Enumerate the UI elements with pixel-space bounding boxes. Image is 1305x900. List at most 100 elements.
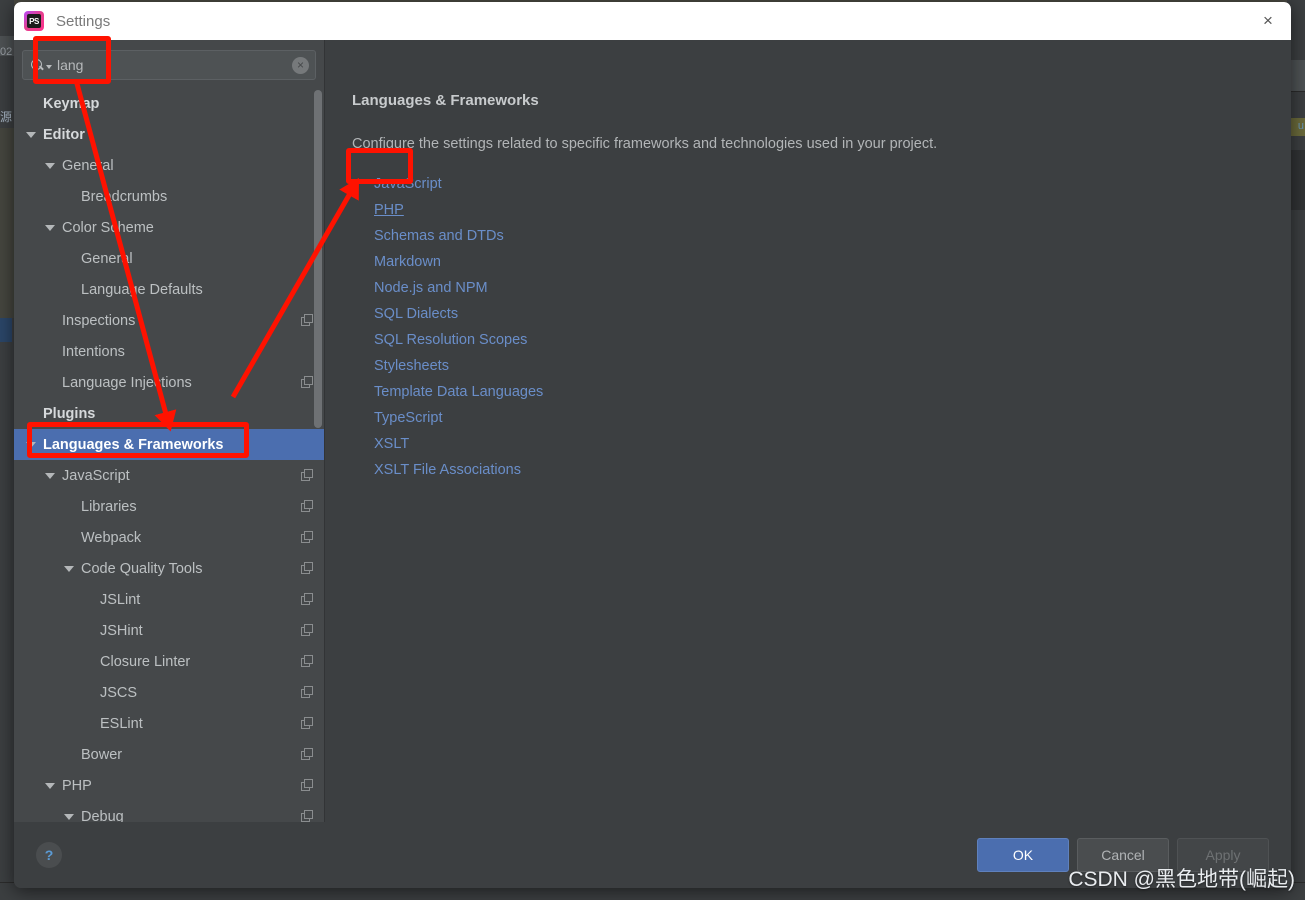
chevron-down-icon[interactable] xyxy=(64,565,74,572)
sidebar-item-label: JavaScript xyxy=(62,467,130,484)
sidebar-item-javascript[interactable]: JavaScript xyxy=(14,460,324,491)
sidebar-item-php[interactable]: PHP xyxy=(14,770,324,801)
sidebar-item-label: General xyxy=(62,157,114,174)
phpstorm-logo-icon xyxy=(24,11,44,31)
sidebar-item-debug[interactable]: Debug xyxy=(14,801,324,822)
framework-link-markdown[interactable]: Markdown xyxy=(374,249,441,275)
sidebar-item-label: Breadcrumbs xyxy=(81,188,168,205)
sidebar-item-languages-frameworks[interactable]: Languages & Frameworks xyxy=(14,429,324,460)
framework-link-php[interactable]: PHP xyxy=(374,197,404,223)
page-description: Configure the settings related to specif… xyxy=(352,136,938,152)
chevron-down-icon[interactable] xyxy=(45,162,55,169)
sidebar-item-inspections[interactable]: Inspections xyxy=(14,305,324,336)
sidebar-item-jshint[interactable]: JSHint xyxy=(14,615,324,646)
close-icon[interactable]: × xyxy=(1245,2,1291,40)
project-scope-icon xyxy=(301,624,314,637)
chevron-down-icon[interactable] xyxy=(26,441,36,448)
sidebar-item-language-defaults[interactable]: Language Defaults xyxy=(14,274,324,305)
search-container: × xyxy=(14,40,324,88)
search-box[interactable]: × xyxy=(22,50,316,80)
sidebar-item-bower[interactable]: Bower xyxy=(14,739,324,770)
ok-button[interactable]: OK xyxy=(977,838,1069,872)
sidebar-item-jslint[interactable]: JSLint xyxy=(14,584,324,615)
sidebar-scrollbar[interactable] xyxy=(314,90,322,428)
backdrop-side-text: 源 xyxy=(0,110,12,124)
page-title: Languages & Frameworks xyxy=(352,92,539,109)
chevron-down-icon[interactable] xyxy=(26,131,36,138)
sidebar-item-editor[interactable]: Editor xyxy=(14,119,324,150)
project-scope-icon xyxy=(301,562,314,575)
sidebar-item-label: PHP xyxy=(62,777,92,794)
sidebar-item-label: Intentions xyxy=(62,343,125,360)
project-scope-icon xyxy=(301,469,314,482)
sidebar-item-general[interactable]: General xyxy=(14,150,324,181)
framework-link-sql-resolution-scopes[interactable]: SQL Resolution Scopes xyxy=(374,327,527,353)
sidebar-item-libraries[interactable]: Libraries xyxy=(14,491,324,522)
framework-link-stylesheets[interactable]: Stylesheets xyxy=(374,353,449,379)
framework-link-xslt[interactable]: XSLT xyxy=(374,431,409,457)
sidebar-item-label: JSHint xyxy=(100,622,143,639)
chevron-down-icon[interactable] xyxy=(64,813,74,820)
chevron-down-icon[interactable] xyxy=(45,472,55,479)
project-scope-icon xyxy=(301,779,314,792)
clear-search-icon[interactable]: × xyxy=(292,56,309,74)
framework-link-xslt-file-associations[interactable]: XSLT File Associations xyxy=(374,457,521,483)
project-scope-icon xyxy=(301,748,314,761)
chevron-down-icon[interactable] xyxy=(45,782,55,789)
watermark: CSDN @黑色地带(崛起) xyxy=(1068,868,1295,891)
help-icon[interactable]: ? xyxy=(36,842,62,868)
sidebar-item-webpack[interactable]: Webpack xyxy=(14,522,324,553)
framework-link-typescript[interactable]: TypeScript xyxy=(374,405,443,431)
framework-link-sql-dialects[interactable]: SQL Dialects xyxy=(374,301,458,327)
chevron-down-icon[interactable] xyxy=(46,65,52,69)
sidebar-item-label: Color Scheme xyxy=(62,219,154,236)
framework-link-template-data-languages[interactable]: Template Data Languages xyxy=(374,379,543,405)
sidebar-item-closure-linter[interactable]: Closure Linter xyxy=(14,646,324,677)
sidebar-item-plugins[interactable]: Plugins xyxy=(14,398,324,429)
sidebar-item-label: Languages & Frameworks xyxy=(43,436,224,453)
project-scope-icon xyxy=(301,500,314,513)
backdrop-selection-marker xyxy=(0,318,12,342)
backdrop-left-panel xyxy=(0,128,14,318)
sidebar-item-color-scheme[interactable]: Color Scheme xyxy=(14,212,324,243)
project-scope-icon xyxy=(301,686,314,699)
framework-link-node-js-and-npm[interactable]: Node.js and NPM xyxy=(374,275,488,301)
sidebar-item-label: Bower xyxy=(81,746,123,763)
dialog-title: Settings xyxy=(56,12,111,30)
search-input[interactable] xyxy=(55,57,292,73)
sidebar-item-label: Libraries xyxy=(81,498,137,515)
dialog-title-bar: Settings × xyxy=(14,2,1291,40)
framework-link-javascript[interactable]: JavaScript xyxy=(374,171,442,197)
sidebar-item-language-injections[interactable]: Language Injections xyxy=(14,367,324,398)
project-scope-icon xyxy=(301,810,314,822)
sidebar-item-label: Closure Linter xyxy=(100,653,191,670)
chevron-down-icon[interactable] xyxy=(45,224,55,231)
backdrop-code-hint: u xyxy=(1297,120,1304,132)
sidebar-item-keymap[interactable]: Keymap xyxy=(14,88,324,119)
sidebar-item-eslint[interactable]: ESLint xyxy=(14,708,324,739)
sidebar-item-intentions[interactable]: Intentions xyxy=(14,336,324,367)
sidebar-item-code-quality-tools[interactable]: Code Quality Tools xyxy=(14,553,324,584)
framework-link-schemas-and-dtds[interactable]: Schemas and DTDs xyxy=(374,223,504,249)
sidebar-item-breadcrumbs[interactable]: Breadcrumbs xyxy=(14,181,324,212)
settings-content-panel: Languages & Frameworks Configure the set… xyxy=(325,40,1291,822)
sidebar-item-jscs[interactable]: JSCS xyxy=(14,677,324,708)
sidebar-item-label: Language Defaults xyxy=(81,281,203,298)
sidebar-item-general[interactable]: General xyxy=(14,243,324,274)
sidebar-item-label: Editor xyxy=(43,126,85,143)
framework-link-list: JavaScript PHP Schemas and DTDs Markdown Nod… xyxy=(352,171,1291,483)
sidebar-item-label: Language Injections xyxy=(62,374,192,391)
sidebar-item-label: Debug xyxy=(81,808,124,823)
